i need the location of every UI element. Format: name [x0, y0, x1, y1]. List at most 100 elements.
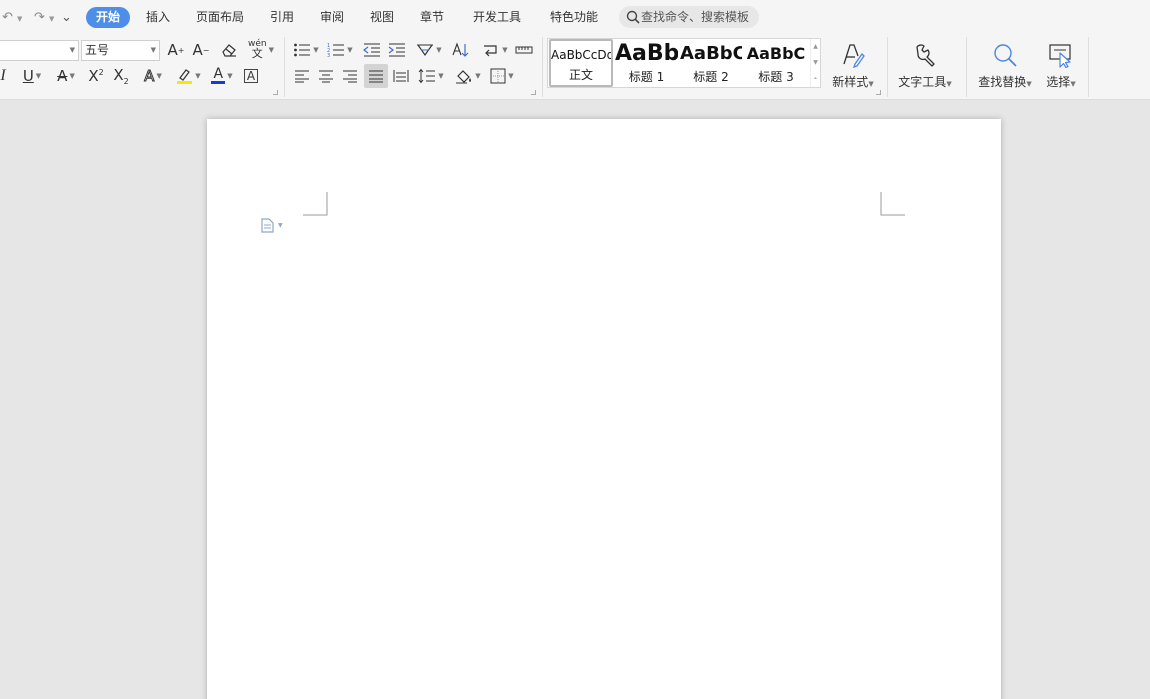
character-border-icon: A: [244, 69, 258, 83]
superscript-icon: X2: [88, 67, 104, 85]
numbered-list-icon: 123: [327, 43, 345, 58]
tab-home[interactable]: 开始: [86, 7, 130, 28]
search-icon: [626, 10, 640, 24]
tab-view[interactable]: 视图: [364, 7, 400, 28]
line-spacing-button[interactable]: ▼: [416, 65, 446, 87]
tab-developer[interactable]: 开发工具: [467, 7, 527, 28]
chevron-down-icon: ▼: [69, 72, 75, 80]
table-tools-button[interactable]: [514, 39, 534, 61]
distributed-align-button[interactable]: [391, 65, 411, 87]
phonetic-guide-button[interactable]: wén 文 ▼: [246, 39, 276, 61]
align-right-button[interactable]: [340, 65, 360, 87]
clear-format-button[interactable]: [218, 39, 240, 61]
distributed-align-icon: [393, 70, 409, 82]
find-replace-button[interactable]: 查找替换▼: [972, 38, 1038, 94]
strikethrough-icon: A: [57, 67, 68, 85]
font-dialog-launcher[interactable]: [273, 90, 278, 95]
expand-more-icon[interactable]: ⩡: [811, 71, 820, 87]
style-heading-2[interactable]: AaBbC 标题 2: [680, 39, 742, 87]
paragraph-mark-button[interactable]: ▼: [480, 39, 510, 61]
chevron-down-icon[interactable]: ▼: [811, 55, 820, 71]
highlight-color-button[interactable]: ▼: [173, 65, 203, 87]
align-right-icon: [343, 70, 357, 83]
shading-button[interactable]: ▼: [453, 65, 483, 87]
font-family-select[interactable]: ▼: [0, 40, 79, 61]
chevron-down-icon: ▼: [278, 221, 283, 229]
align-center-button[interactable]: [316, 65, 336, 87]
increase-indent-button[interactable]: [387, 39, 407, 61]
chevron-down-icon: ▼: [150, 46, 156, 54]
search-placeholder: 查找命令、搜索模板: [641, 10, 750, 24]
ruler-icon: [515, 46, 533, 54]
font-size-select[interactable]: 五号 ▼: [81, 40, 160, 61]
underline-button[interactable]: U ▼: [18, 65, 46, 87]
decrease-indent-button[interactable]: [362, 39, 382, 61]
bullets-button[interactable]: ▼: [292, 39, 320, 61]
chevron-down-icon: ▼: [868, 80, 874, 88]
command-search[interactable]: 查找命令、搜索模板: [619, 6, 759, 28]
document-icon: [261, 217, 274, 233]
superscript-button[interactable]: X2: [85, 65, 107, 87]
styles-dialog-launcher[interactable]: [876, 90, 881, 95]
style-heading-3[interactable]: AaBbC 标题 3: [744, 39, 808, 87]
subscript-button[interactable]: X2: [110, 65, 132, 87]
paragraph-format-handle[interactable]: ▼: [261, 217, 291, 233]
tab-insert[interactable]: 插入: [140, 7, 176, 28]
chevron-up-icon[interactable]: ▲: [811, 39, 820, 55]
borders-button[interactable]: ▼: [487, 65, 517, 87]
font-color-button[interactable]: A ▼: [208, 65, 236, 87]
align-left-icon: [295, 70, 309, 83]
grow-font-button[interactable]: A +: [166, 39, 186, 61]
chevron-down-icon: ▼: [475, 72, 481, 80]
separator: [284, 37, 285, 97]
chevron-down-icon: ▼: [502, 46, 508, 54]
text-effects-button[interactable]: A ▼: [139, 65, 167, 87]
justify-button[interactable]: [364, 64, 388, 88]
styles-gallery: AaBbCcDd 正文 AaBb 标题 1 AaBbC 标题 2 AaBbC 标…: [547, 38, 821, 88]
chevron-down-icon: ▼: [1026, 80, 1032, 88]
chevron-down-icon: ▼: [268, 46, 274, 54]
chinese-layout-icon: [417, 44, 434, 57]
svg-text:3: 3: [327, 53, 330, 58]
tab-review[interactable]: 审阅: [314, 7, 350, 28]
character-border-button[interactable]: A: [242, 65, 260, 87]
separator: [887, 37, 888, 97]
font-color-icon: A: [211, 67, 226, 84]
strikethrough-button[interactable]: A ▼: [52, 65, 80, 87]
separator: [1088, 37, 1089, 97]
redo-button[interactable]: ↷ ▼: [34, 9, 54, 27]
sort-button[interactable]: [451, 39, 471, 61]
eraser-icon: [222, 44, 236, 57]
numbering-button[interactable]: 123 ▼: [326, 39, 354, 61]
pen-style-icon: [843, 44, 865, 68]
paragraph-dialog-launcher[interactable]: [531, 90, 536, 95]
magnifier-icon: [994, 44, 1017, 67]
undo-button[interactable]: ↶ ▼: [2, 9, 22, 27]
new-style-button[interactable]: 新样式▼: [827, 38, 879, 94]
line-spacing-icon: [418, 68, 436, 84]
shrink-font-button[interactable]: A −: [191, 39, 211, 61]
separator: [966, 37, 967, 97]
separator: [542, 37, 543, 97]
quick-access-menu-button[interactable]: ⌄: [61, 9, 72, 27]
margin-mark-top-left: [303, 192, 328, 216]
select-button[interactable]: 选择▼: [1040, 38, 1082, 94]
tab-references[interactable]: 引用: [264, 7, 300, 28]
align-left-button[interactable]: [292, 65, 312, 87]
style-heading-1[interactable]: AaBb 标题 1: [615, 39, 678, 87]
tab-section[interactable]: 章节: [414, 7, 450, 28]
style-normal[interactable]: AaBbCcDd 正文: [549, 39, 613, 87]
text-tools-button[interactable]: 文字工具▼: [893, 38, 957, 94]
tab-special-features[interactable]: 特色功能: [544, 7, 604, 28]
subscript-icon: X2: [113, 66, 129, 86]
align-justify-icon: [369, 70, 383, 83]
chevron-down-icon: ▼: [1070, 80, 1076, 88]
italic-button[interactable]: I: [0, 65, 10, 87]
styles-scroll[interactable]: ▲ ▼ ⩡: [810, 39, 820, 87]
chevron-down-icon: ▼: [69, 46, 75, 54]
chevron-down-icon: ▼: [347, 46, 353, 54]
chevron-down-icon: ▼: [49, 15, 55, 23]
ribbon: ↶ ▼ ↷ ▼ ⌄ 开始 插入 页面布局 引用 审阅 视图 章节 开发工具 特色…: [0, 0, 1150, 100]
tab-page-layout[interactable]: 页面布局: [190, 7, 250, 28]
chinese-layout-button[interactable]: ▼: [414, 39, 444, 61]
